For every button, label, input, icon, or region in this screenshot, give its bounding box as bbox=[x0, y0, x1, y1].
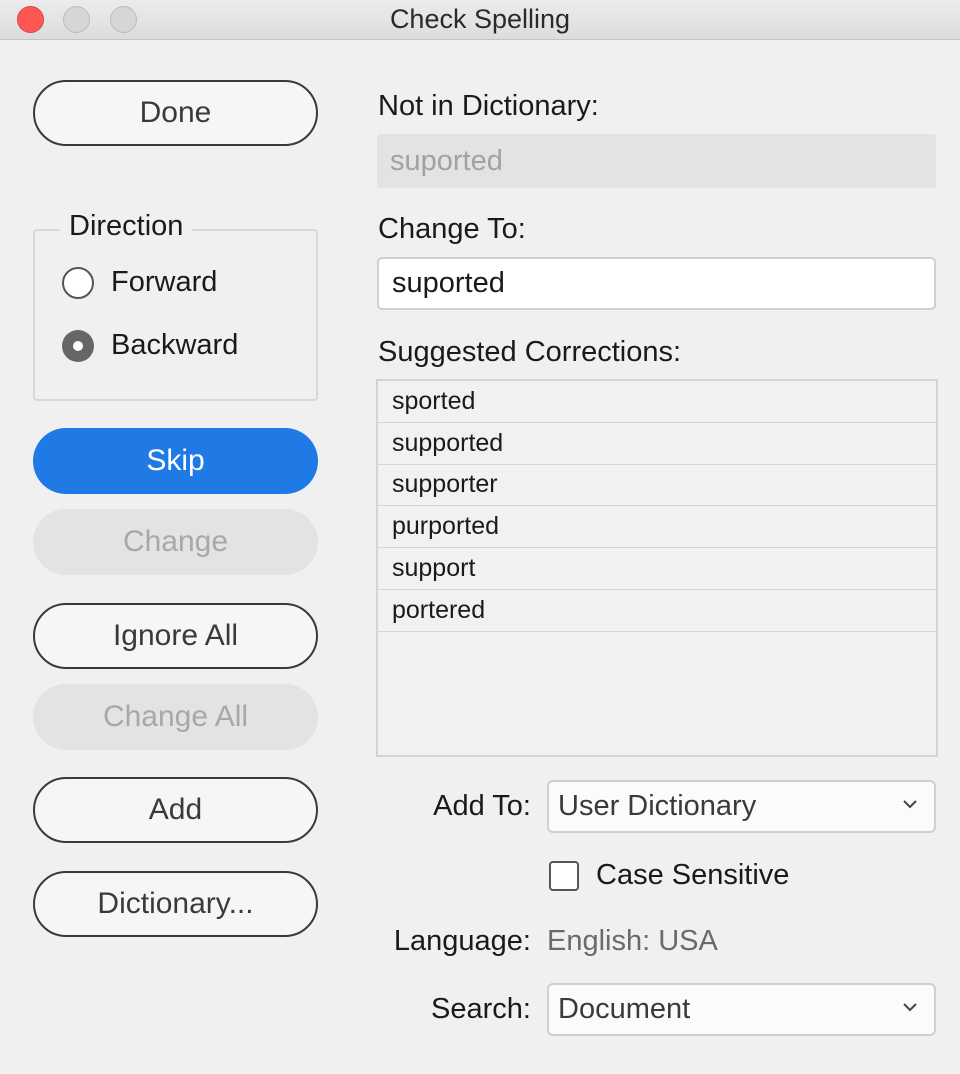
not-in-dictionary-field: suported bbox=[377, 134, 936, 188]
radio-unselected-icon[interactable] bbox=[62, 266, 94, 299]
list-item[interactable]: sported bbox=[378, 381, 936, 423]
ignore-all-button[interactable]: Ignore All bbox=[33, 603, 318, 669]
search-label: Search: bbox=[431, 993, 531, 1025]
radio-selected-icon[interactable] bbox=[62, 329, 94, 362]
add-button[interactable]: Add bbox=[33, 777, 318, 843]
case-sensitive-label: Case Sensitive bbox=[596, 859, 790, 891]
list-item[interactable]: support bbox=[378, 548, 936, 590]
change-to-input[interactable]: suported bbox=[377, 257, 936, 310]
chevron-down-icon bbox=[903, 800, 917, 809]
suggestions-list[interactable]: sported supported supporter purported su… bbox=[376, 379, 938, 757]
window-title: Check Spelling bbox=[389, 4, 571, 34]
suggested-corrections-label: Suggested Corrections: bbox=[378, 336, 682, 368]
list-item[interactable]: supporter bbox=[378, 464, 936, 507]
search-select[interactable]: Document bbox=[547, 983, 936, 1036]
change-all-button[interactable]: Change All bbox=[33, 684, 318, 750]
radio-forward-label: Forward bbox=[111, 266, 218, 298]
list-item[interactable]: supported bbox=[378, 422, 936, 465]
radio-backward[interactable]: Backward bbox=[62, 329, 238, 362]
list-item[interactable]: purported bbox=[378, 506, 936, 549]
done-button[interactable]: Done bbox=[33, 80, 318, 146]
list-item[interactable]: portered bbox=[378, 590, 936, 632]
radio-backward-label: Backward bbox=[111, 329, 239, 361]
skip-button[interactable]: Skip bbox=[33, 428, 318, 494]
checkbox-icon[interactable] bbox=[549, 860, 579, 891]
dictionary-button[interactable]: Dictionary... bbox=[33, 871, 318, 937]
case-sensitive-checkbox[interactable]: Case Sensitive bbox=[549, 859, 789, 892]
add-to-label: Add To: bbox=[433, 790, 531, 822]
direction-group bbox=[33, 229, 318, 401]
change-to-label: Change To: bbox=[378, 213, 526, 245]
add-to-select[interactable]: User Dictionary bbox=[547, 780, 936, 833]
search-value: Document bbox=[558, 993, 691, 1025]
chevron-down-icon bbox=[903, 1003, 917, 1012]
language-value: English: USA bbox=[547, 925, 718, 957]
change-button[interactable]: Change bbox=[33, 509, 318, 575]
not-in-dictionary-label: Not in Dictionary: bbox=[378, 90, 599, 122]
radio-forward[interactable]: Forward bbox=[62, 266, 217, 299]
add-to-value: User Dictionary bbox=[558, 790, 757, 822]
language-label: Language: bbox=[393, 925, 531, 957]
direction-legend: Direction bbox=[60, 210, 193, 243]
